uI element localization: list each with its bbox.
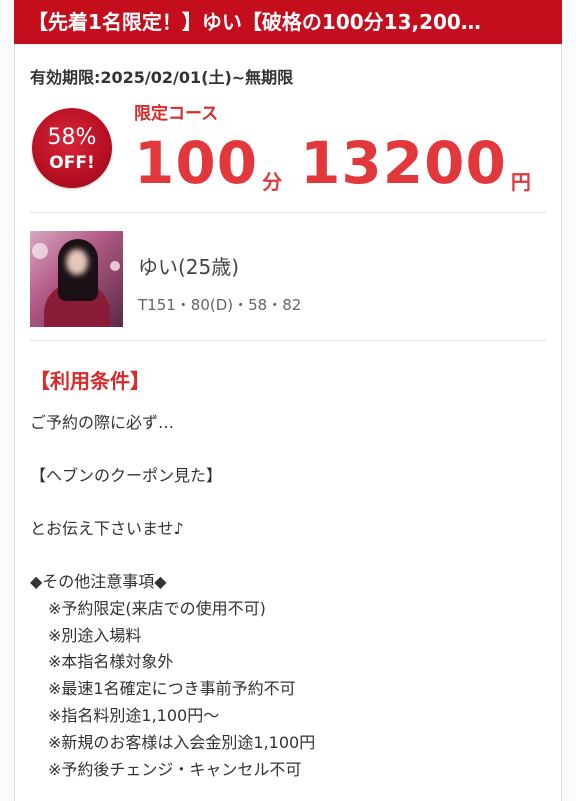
coupon-title-bar[interactable]: 【先着1名限定！】ゆい【破格の100分13,200… — [14, 0, 562, 44]
discount-badge: 58% OFF! — [32, 108, 112, 188]
price-unit: 円 — [510, 170, 531, 194]
discount-off-label: OFF! — [49, 153, 95, 173]
girl-stats: T151・80(D)・58・82 — [138, 296, 302, 314]
coupon-title: 【先着1名限定！】ゆい【破格の100分13,200… — [28, 10, 481, 34]
girl-photo[interactable] — [30, 231, 123, 327]
girl-name[interactable]: ゆい(25歳) — [138, 251, 239, 280]
note-item: ※別途入場料 — [48, 626, 142, 645]
note-item: ※最速1名確定につき事前予約不可 — [48, 679, 296, 698]
terms-instruction: とお伝え下さいませ♪ — [30, 519, 184, 538]
course-label: 限定コース — [134, 104, 219, 124]
course-price: 13200 — [300, 129, 507, 197]
divider — [30, 340, 546, 341]
other-notes-heading: ◆その他注意事項◆ — [30, 572, 167, 591]
discount-percent: 58% — [47, 125, 97, 150]
note-item: ※指名料別途1,100円～ — [48, 706, 220, 725]
note-item: ※予約後チェンジ・キャンセル不可 — [48, 760, 302, 779]
note-item: ※予約限定(来店での使用不可) — [48, 599, 266, 618]
price-row: 100 分 13200 円 — [134, 130, 531, 196]
terms-coupon-phrase: 【ヘブンのクーポン見た】 — [30, 466, 223, 485]
terms-title: 【利用条件】 — [30, 369, 150, 393]
divider — [30, 212, 546, 213]
course-duration: 100 — [134, 129, 259, 197]
validity-period: 有効期限:2025/02/01(土)~無期限 — [30, 68, 294, 87]
terms-intro: ご予約の際に必ず… — [30, 413, 175, 432]
duration-unit: 分 — [262, 170, 283, 194]
note-item: ※本指名様対象外 — [48, 652, 174, 671]
note-item: ※新規のお客様は入会金別途1,100円 — [48, 733, 316, 752]
